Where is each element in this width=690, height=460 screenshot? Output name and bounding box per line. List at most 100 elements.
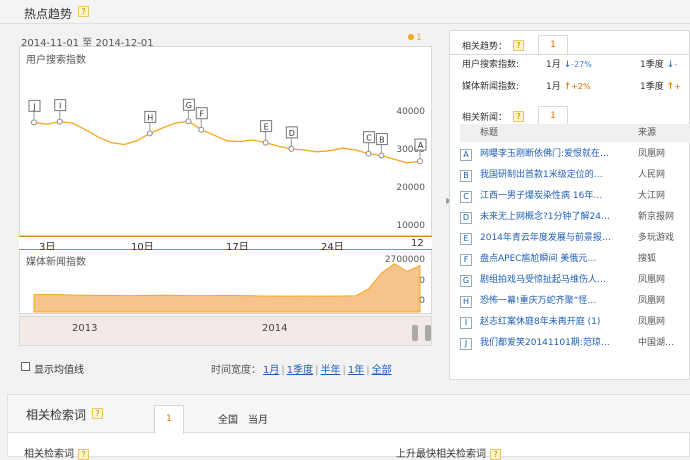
event-point[interactable] xyxy=(56,118,63,125)
news-marker-icon: B xyxy=(460,170,472,182)
show-average-label: 显示均值线 xyxy=(34,365,84,376)
help-icon[interactable]: ? xyxy=(92,408,103,419)
event-point[interactable] xyxy=(198,126,205,133)
related-search-header: 相关检索词 ? 1 全国 当月 xyxy=(8,395,690,434)
event-point[interactable] xyxy=(31,119,37,126)
help-icon[interactable]: ? xyxy=(513,111,524,122)
span-1-month[interactable]: 1月 xyxy=(263,365,279,376)
span-1-year[interactable]: 1年 xyxy=(348,365,364,376)
news-source: 人民网 xyxy=(638,170,666,180)
media-trend-row: 媒体新闻指数: 1月 ↑+2% 1季度 ↑+ xyxy=(450,76,690,98)
media-index-area xyxy=(33,263,421,313)
news-item[interactable]: H 恐怖一幕!重庆万蛇齐聚“怪… 凤凰网 xyxy=(460,291,690,312)
event-flag-letter: C xyxy=(366,134,372,143)
event-flag-letter: G xyxy=(186,101,192,110)
news-item[interactable]: I 赵志红案休庭8年未再开庭 (1) 凤凰网 xyxy=(460,312,690,333)
span-all[interactable]: 全部 xyxy=(372,365,392,376)
news-title-link[interactable]: 网曝李玉刚断依佛门:爱恨就在… xyxy=(480,144,620,165)
related-trend-label: 相关趋势： xyxy=(462,42,508,52)
event-point[interactable] xyxy=(288,145,295,152)
news-tab-1[interactable]: 1 xyxy=(538,106,568,126)
change-pct: +2% xyxy=(571,82,591,91)
news-source: 中国湖… xyxy=(638,338,675,348)
news-marker-icon: A xyxy=(460,149,472,161)
event-flag-letter: I xyxy=(59,102,61,111)
news-marker-icon: G xyxy=(460,275,472,287)
news-marker-icon: H xyxy=(460,296,472,308)
col-title: 标题 xyxy=(480,128,499,138)
search-index-chart[interactable]: 用户搜索指数 40000 30000 20000 10000 JIHGFEDCB… xyxy=(19,46,432,236)
news-item[interactable]: C 江西一男子爆炭染性病 16年… 大江网 xyxy=(460,186,690,207)
news-item[interactable]: J 我们都爱笑20141101期:范琼… 中国湖… xyxy=(460,333,690,354)
news-title-link[interactable]: 盘点APEC尴尬瞬间 美俄元… xyxy=(480,249,620,270)
related-search-section: 相关检索词 ? 1 全国 当月 相关检索词? 上升最快相关检索词? xyxy=(7,394,690,460)
event-flag-letter: E xyxy=(264,123,269,132)
help-icon[interactable]: ? xyxy=(78,6,89,17)
news-table-header: 标题 来源 xyxy=(460,124,690,142)
time-span-label: 时间宽度： xyxy=(211,365,261,376)
legend-dot-icon xyxy=(408,34,414,40)
hot-trends-header: 热点趋势 ? xyxy=(0,0,690,24)
related-tab-1[interactable]: 1 xyxy=(154,405,184,434)
news-item[interactable]: F 盘点APEC尴尬瞬间 美俄元… 搜狐 xyxy=(460,249,690,270)
news-item[interactable]: B 我国研制出首款1米级定位的… 人民网 xyxy=(460,165,690,186)
help-icon[interactable]: ? xyxy=(490,448,501,460)
news-title-link[interactable]: 2014年青云年度发展与前景报… xyxy=(480,228,620,249)
event-point[interactable] xyxy=(378,152,385,159)
related-terms-column: 相关检索词? xyxy=(24,445,89,460)
news-item[interactable]: A 网曝李玉刚断依佛门:爱恨就在… 凤凰网 xyxy=(460,144,690,165)
event-point[interactable] xyxy=(185,118,192,125)
event-point[interactable] xyxy=(365,150,372,157)
rising-terms-column: 上升最快相关检索词? xyxy=(396,445,501,460)
span-half-year[interactable]: 半年 xyxy=(321,365,341,376)
news-source: 大江网 xyxy=(638,191,666,201)
period-label: 1季度 xyxy=(640,82,664,92)
related-search-title: 相关检索词 xyxy=(26,408,87,422)
timeline-navigator[interactable]: 2013 2014 xyxy=(19,316,432,346)
news-marker-icon: D xyxy=(460,212,472,224)
period-label: 1季度 xyxy=(640,60,664,70)
region-filter[interactable]: 全国 xyxy=(218,411,238,426)
news-title-link[interactable]: 未来无上网概念?1分钟了解24… xyxy=(480,207,620,228)
range-handle-left[interactable] xyxy=(412,325,418,341)
period-filter[interactable]: 当月 xyxy=(248,411,268,426)
news-item[interactable]: E 2014年青云年度发展与前景报… 多玩游戏 xyxy=(460,228,690,249)
period-label: 1月 xyxy=(546,60,561,70)
event-point[interactable] xyxy=(417,158,423,165)
news-title-link[interactable]: 我国研制出首款1米级定位的… xyxy=(480,165,620,186)
range-handle-right[interactable] xyxy=(425,325,431,341)
help-icon[interactable]: ? xyxy=(513,40,524,51)
event-flag-letter: F xyxy=(199,110,204,119)
news-title-link[interactable]: 我们都爱笑20141101期:范琼… xyxy=(480,333,620,354)
news-marker-icon: F xyxy=(460,254,472,266)
news-marker-icon: J xyxy=(460,338,472,350)
news-source: 新京报网 xyxy=(638,212,675,222)
media-index-chart[interactable]: 媒体新闻指数 2700000 1800000 900000 xyxy=(19,250,432,314)
news-item[interactable]: G 剧组拍戏马受惊扯起马维伤人… 凤凰网 xyxy=(460,270,690,291)
news-title-link[interactable]: 剧组拍戏马受惊扯起马维伤人… xyxy=(480,270,620,291)
news-item[interactable]: D 未来无上网概念?1分钟了解24… 新京报网 xyxy=(460,207,690,228)
time-span-selector: 时间宽度： 1月 | 1季度 | 半年 | 1年 | 全部 xyxy=(211,365,392,376)
span-1-quarter[interactable]: 1季度 xyxy=(287,365,313,376)
news-title-link[interactable]: 赵志红案休庭8年未再开庭 (1) xyxy=(480,312,620,333)
event-flag-letter: D xyxy=(289,129,295,138)
event-point[interactable] xyxy=(146,130,153,137)
date-axis: 3日 10日 17日 24日 12月 xyxy=(19,236,432,264)
news-source: 凤凰网 xyxy=(638,275,666,285)
help-icon[interactable]: ? xyxy=(78,448,89,460)
legend-number: 1 xyxy=(416,33,422,43)
show-average-checkbox[interactable] xyxy=(21,362,30,371)
event-point[interactable] xyxy=(262,139,269,146)
news-marker-icon: C xyxy=(460,191,472,203)
col-source: 来源 xyxy=(638,128,657,138)
row-label: 媒体新闻指数: xyxy=(462,82,520,92)
news-source: 多玩游戏 xyxy=(638,233,675,243)
news-title-link[interactable]: 恐怖一幕!重庆万蛇齐聚“怪… xyxy=(480,291,620,312)
event-flag-letter: A xyxy=(418,141,424,150)
trend-tab-1[interactable]: 1 xyxy=(538,35,568,55)
news-source: 凤凰网 xyxy=(638,296,666,306)
row-label: 用户搜索指数: xyxy=(462,60,520,70)
related-panel: 相关趋势： ? 1 用户搜索指数: 1月 ↓-27% 1季度 ↓- 媒体新闻指数… xyxy=(449,30,690,380)
news-title-link[interactable]: 江西一男子爆炭染性病 16年… xyxy=(480,186,620,207)
change-pct: -27% xyxy=(571,60,592,69)
